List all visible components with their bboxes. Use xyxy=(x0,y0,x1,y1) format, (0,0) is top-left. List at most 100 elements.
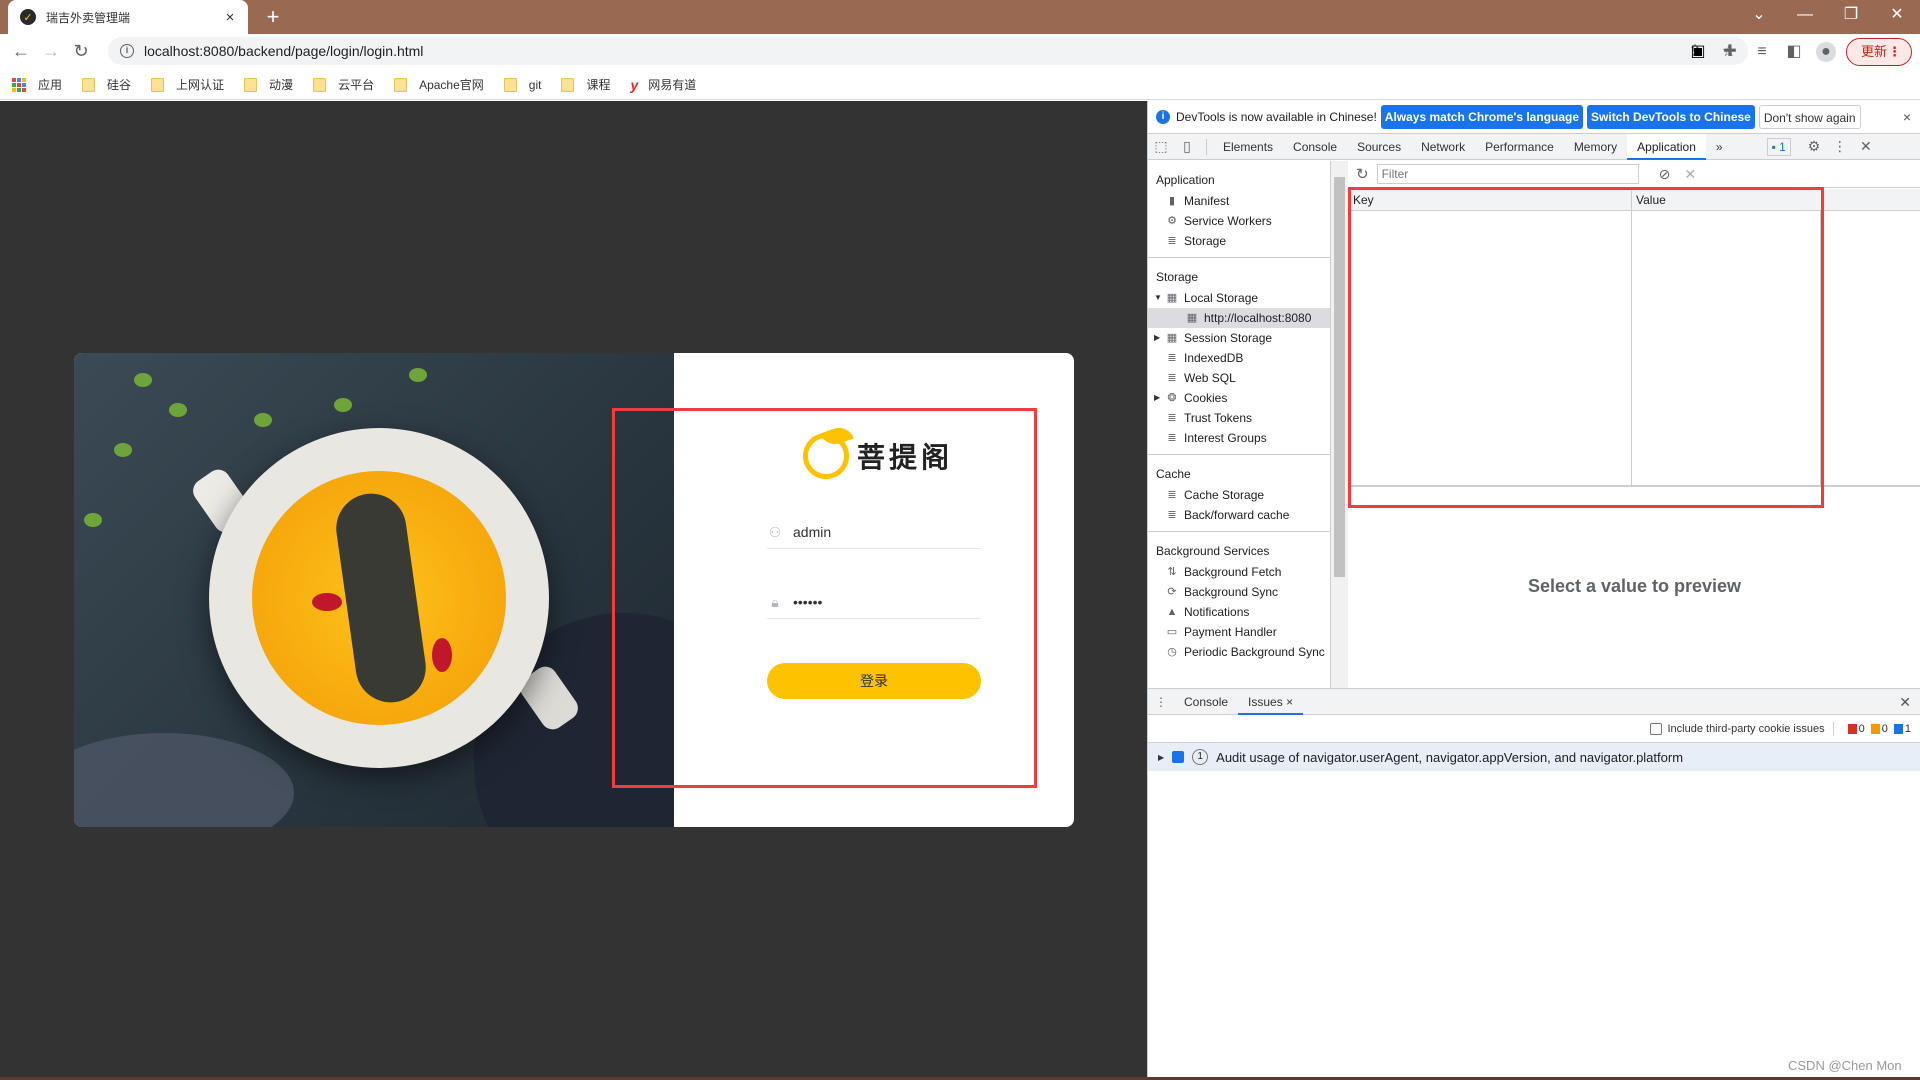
bookmark-youdao[interactable]: y 网易有道 xyxy=(630,76,696,93)
inspect-element-icon[interactable]: ⬚ xyxy=(1148,138,1174,155)
login-button[interactable]: 登录 xyxy=(767,663,981,699)
sidebar-item-indexeddb[interactable]: ≣ IndexedDB xyxy=(1148,348,1330,368)
devtools-close-icon[interactable]: ✕ xyxy=(1853,138,1879,155)
sidebar-item-cookies[interactable]: ▶ ❂ Cookies xyxy=(1148,388,1330,408)
customize-menu-icon[interactable]: ⋮ xyxy=(1827,138,1853,155)
column-header-key[interactable]: Key xyxy=(1349,189,1632,211)
browser-tab[interactable]: ✓ 瑞吉外卖管理端 × xyxy=(8,0,248,34)
issue-row[interactable]: ▶ 1 Audit usage of navigator.userAgent, … xyxy=(1148,743,1920,771)
tab-elements[interactable]: Elements xyxy=(1213,134,1283,160)
sidebar-scrollbar[interactable] xyxy=(1331,161,1348,688)
folder-icon xyxy=(561,77,575,92)
tab-application[interactable]: Application xyxy=(1627,133,1706,160)
menu-kebab-icon[interactable]: ⋮ xyxy=(1888,39,1901,64)
photo-leaf xyxy=(169,403,187,417)
sidebar-item-background-fetch[interactable]: ⇅ Background Fetch xyxy=(1148,562,1330,582)
bookmark-folder[interactable]: Apache官网 xyxy=(394,76,484,93)
browser-toolbar: ← → ↻ i localhost:8080/backend/page/logi… xyxy=(0,34,1920,68)
expand-triangle-icon[interactable]: ▶ xyxy=(1158,753,1164,762)
switch-language-button[interactable]: Switch DevTools to Chinese xyxy=(1587,105,1755,129)
sidebar-item-manifest[interactable]: ▮ Manifest xyxy=(1148,191,1330,211)
delete-selected-icon[interactable]: ✕ xyxy=(1684,166,1696,183)
third-party-checkbox[interactable] xyxy=(1650,722,1663,735)
clear-all-icon[interactable]: ⊘ xyxy=(1659,166,1671,183)
tab-performance[interactable]: Performance xyxy=(1475,134,1564,160)
media-control-icon[interactable]: ≡ xyxy=(1752,42,1772,62)
tab-console[interactable]: Console xyxy=(1283,134,1347,160)
tab-network[interactable]: Network xyxy=(1411,134,1475,160)
sidebar-item-periodic-sync[interactable]: ◷ Periodic Background Sync xyxy=(1148,642,1330,662)
extensions-puzzle-icon[interactable]: ✚ xyxy=(1720,42,1740,62)
sidebar-item-session-storage[interactable]: ▶ ▦ Session Storage xyxy=(1148,328,1330,348)
sidebar-item-label: IndexedDB xyxy=(1184,351,1244,365)
error-icon xyxy=(1847,723,1857,734)
sidebar-item-bfcache[interactable]: ≣ Back/forward cache xyxy=(1148,505,1330,525)
bookmark-label: 应用 xyxy=(38,78,63,92)
collapse-triangle-icon[interactable]: ▶ xyxy=(1154,328,1164,348)
username-input[interactable]: admin xyxy=(793,524,981,540)
dont-show-again-button[interactable]: Don't show again xyxy=(1758,105,1861,129)
drawer-close-icon[interactable]: ✕ xyxy=(1899,694,1911,711)
drawer-tab-issues[interactable]: Issues × xyxy=(1238,689,1304,715)
username-field[interactable]: ⚇ admin xyxy=(767,515,981,549)
reload-button[interactable]: ↻ xyxy=(66,36,96,66)
sidebar-item-local-storage[interactable]: ▼ ▦ Local Storage xyxy=(1148,288,1330,308)
column-header-value[interactable]: Value xyxy=(1632,189,1920,211)
tab-sources[interactable]: Sources xyxy=(1347,134,1411,160)
card-icon: ▭ xyxy=(1166,626,1178,638)
password-input[interactable]: •••••• xyxy=(793,594,981,610)
window-close-button[interactable]: ✕ xyxy=(1874,0,1920,30)
info-icon: i xyxy=(1156,110,1170,124)
drawer-tab-console[interactable]: Console xyxy=(1174,689,1238,715)
side-panel-icon[interactable]: ◧ xyxy=(1784,42,1804,62)
bookmark-folder[interactable]: 硅谷 xyxy=(82,76,131,93)
sidebar-item-service-workers[interactable]: ⚙ Service Workers xyxy=(1148,211,1330,231)
collapse-triangle-icon[interactable]: ▶ xyxy=(1154,388,1164,408)
filter-input[interactable] xyxy=(1376,164,1639,184)
bookmark-folder[interactable]: 动漫 xyxy=(244,76,293,93)
sidebar-item-cache-storage[interactable]: ≣ Cache Storage xyxy=(1148,485,1330,505)
more-tabs-button[interactable]: » xyxy=(1706,134,1733,160)
extension-icon[interactable]: ▣ xyxy=(1688,42,1708,62)
back-button[interactable]: ← xyxy=(6,36,36,66)
url-text[interactable]: localhost:8080/backend/page/login/login.… xyxy=(144,43,1668,59)
address-bar[interactable]: i localhost:8080/backend/page/login/logi… xyxy=(108,37,1748,65)
tab-close-button[interactable]: × xyxy=(222,9,238,26)
settings-gear-icon[interactable]: ⚙ xyxy=(1801,138,1827,155)
bookmark-folder[interactable]: 云平台 xyxy=(313,76,374,93)
forward-button[interactable]: → xyxy=(36,36,66,66)
sidebar-item-localhost-origin[interactable]: ▦ http://localhost:8080 xyxy=(1148,308,1330,328)
sidebar-item-storage[interactable]: ≣ Storage xyxy=(1148,231,1330,251)
site-info-icon[interactable]: i xyxy=(120,44,134,58)
sidebar-item-interest-groups[interactable]: ≣ Interest Groups xyxy=(1148,428,1330,448)
drawer-menu-icon[interactable]: ⋮ xyxy=(1148,695,1174,709)
tab-search-button[interactable]: ⌄ xyxy=(1736,0,1782,30)
tab-title: 瑞吉外卖管理端 xyxy=(46,10,131,25)
sidebar-item-web-sql[interactable]: ≣ Web SQL xyxy=(1148,368,1330,388)
expand-triangle-icon[interactable]: ▼ xyxy=(1154,288,1164,308)
update-button[interactable]: 更新 ⋮ xyxy=(1846,38,1912,66)
drawer-tab-close-icon[interactable]: × xyxy=(1286,695,1293,709)
value-preview: Select a value to preview xyxy=(1527,576,1742,596)
sidebar-item-background-sync[interactable]: ⟳ Background Sync xyxy=(1148,582,1330,602)
bookmark-folder[interactable]: git xyxy=(503,77,541,92)
refresh-icon[interactable]: ↻ xyxy=(1356,165,1369,183)
password-field[interactable]: 🔒︎ •••••• xyxy=(767,585,981,619)
new-tab-button[interactable]: + xyxy=(260,4,286,30)
tab-memory[interactable]: Memory xyxy=(1564,134,1627,160)
bookmark-apps[interactable]: 应用 xyxy=(12,76,62,93)
infobar-close-button[interactable]: × xyxy=(1903,109,1911,125)
match-language-button[interactable]: Always match Chrome's language xyxy=(1380,105,1584,129)
device-toolbar-icon[interactable]: ▯ xyxy=(1174,138,1200,155)
sidebar-item-trust-tokens[interactable]: ≣ Trust Tokens xyxy=(1148,408,1330,428)
warning-count: 0 xyxy=(1870,723,1888,735)
profile-avatar-icon[interactable]: ● xyxy=(1816,42,1836,62)
bookmark-folder[interactable]: 课程 xyxy=(561,76,610,93)
scrollbar-thumb[interactable] xyxy=(1334,177,1345,577)
issues-counter-button[interactable]: ▪ 1 xyxy=(1766,137,1791,156)
sidebar-item-payment-handler[interactable]: ▭ Payment Handler xyxy=(1148,622,1330,642)
minimize-button[interactable]: — xyxy=(1782,0,1828,30)
bookmark-folder[interactable]: 上网认证 xyxy=(151,76,224,93)
sidebar-item-notifications[interactable]: ▲ Notifications xyxy=(1148,602,1330,622)
restore-button[interactable]: ❐ xyxy=(1828,0,1874,30)
